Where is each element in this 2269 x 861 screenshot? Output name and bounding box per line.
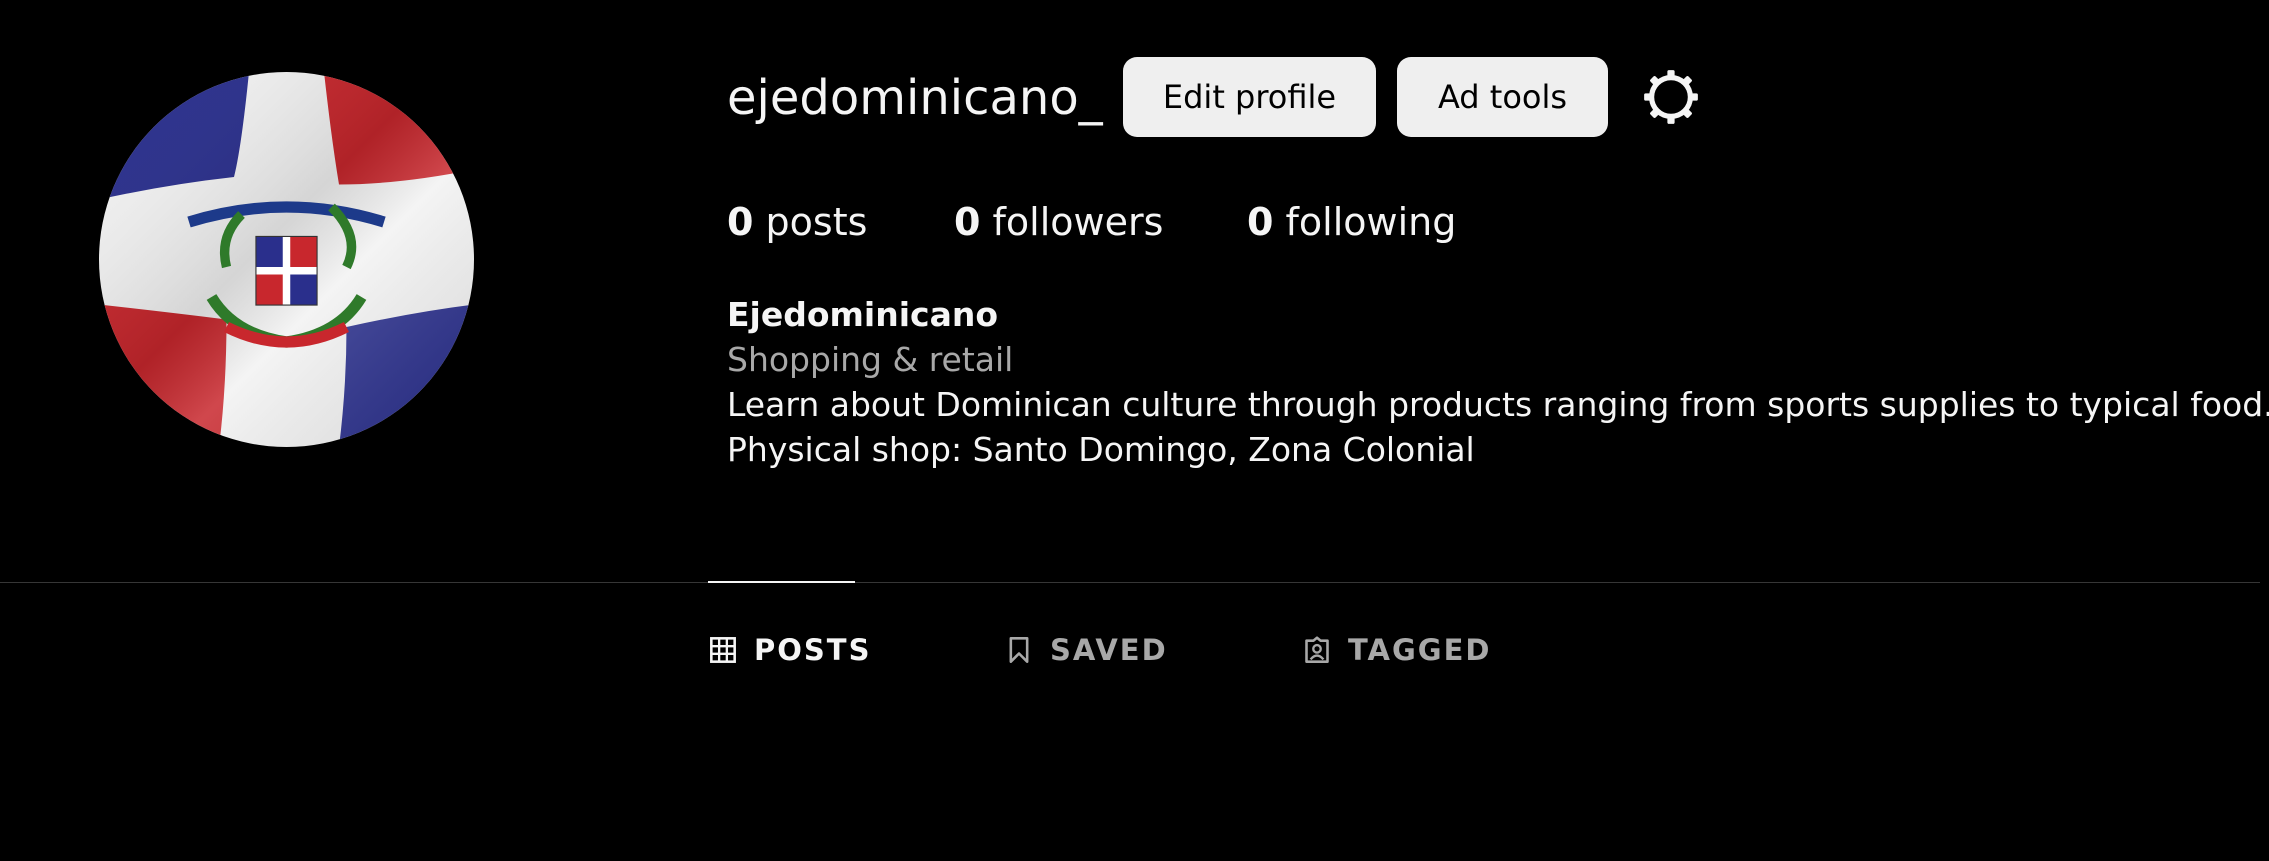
- posts-count-value: 0: [727, 200, 754, 244]
- posts-count-label: posts: [765, 200, 868, 244]
- posts-count: 0 posts: [727, 196, 867, 248]
- bookmark-icon: [1009, 637, 1029, 663]
- bio-category: Shopping & retail: [727, 340, 1014, 379]
- ad-tools-button[interactable]: Ad tools: [1397, 57, 1608, 137]
- tab-saved-label: SAVED: [1050, 633, 1168, 667]
- tagged-icon: [1305, 636, 1329, 663]
- tabs-divider: [0, 582, 2260, 583]
- tab-posts-label: POSTS: [754, 633, 872, 667]
- grid-icon: [710, 637, 736, 663]
- bio-name: Ejedominicano: [727, 295, 999, 334]
- tab-tagged-label: TAGGED: [1348, 633, 1492, 667]
- followers-count-value: 0: [954, 200, 981, 244]
- followers-link[interactable]: 0 followers: [954, 196, 1163, 248]
- tab-posts[interactable]: POSTS: [709, 630, 871, 670]
- gear-icon[interactable]: [1640, 66, 1702, 128]
- following-count-value: 0: [1247, 200, 1274, 244]
- avatar[interactable]: [99, 72, 474, 447]
- active-tab-indicator: [708, 581, 855, 583]
- username: ejedominicano_: [727, 70, 1103, 126]
- tab-tagged[interactable]: TAGGED: [1303, 630, 1491, 670]
- bio-line: Physical shop: Santo Domingo, Zona Colon…: [727, 430, 1475, 469]
- following-link[interactable]: 0 following: [1247, 196, 1456, 248]
- bio-line: Learn about Dominican culture through pr…: [727, 385, 2269, 424]
- dominican-flag-avatar: [99, 72, 474, 447]
- following-count-label: following: [1285, 200, 1457, 244]
- profile-bio: Ejedominicano Shopping & retail Learn ab…: [727, 292, 2269, 472]
- tab-saved[interactable]: SAVED: [1005, 630, 1168, 670]
- edit-profile-button[interactable]: Edit profile: [1123, 57, 1376, 137]
- followers-count-label: followers: [992, 200, 1164, 244]
